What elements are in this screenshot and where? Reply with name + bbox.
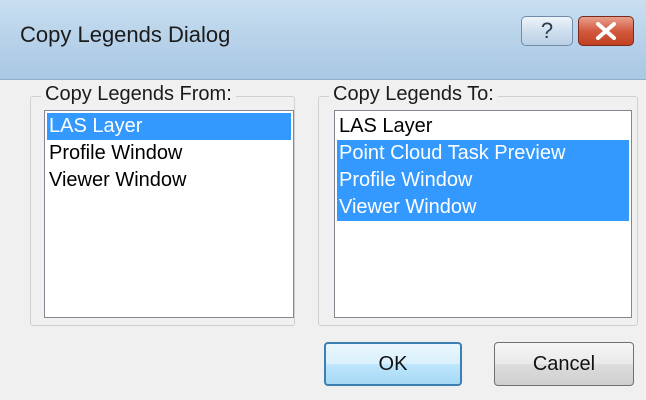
copy-to-label: Copy Legends To: (329, 83, 498, 106)
help-icon: ? (540, 18, 554, 43)
help-button[interactable]: ? (521, 16, 573, 46)
copy-from-listbox[interactable]: LAS Layer Profile Window Viewer Window (44, 110, 294, 318)
list-item-from-las-layer[interactable]: LAS Layer (47, 113, 291, 140)
close-button[interactable] (578, 16, 634, 46)
ok-button[interactable]: OK (324, 342, 462, 386)
cancel-button[interactable]: Cancel (494, 342, 634, 386)
list-item-from-profile-window[interactable]: Profile Window (47, 140, 291, 167)
list-item-to-point-cloud-task-preview[interactable]: Point Cloud Task Preview (337, 140, 629, 167)
copy-to-listbox[interactable]: LAS Layer Point Cloud Task Preview Profi… (334, 110, 632, 318)
list-item-to-profile-window[interactable]: Profile Window (337, 167, 629, 194)
window-title: Copy Legends Dialog (20, 22, 231, 47)
copy-legends-dialog: Copy Legends Dialog ? Copy Legends From:… (0, 0, 646, 400)
close-x-icon (596, 22, 616, 40)
list-item-to-viewer-window[interactable]: Viewer Window (337, 194, 629, 221)
title-bar[interactable]: Copy Legends Dialog ? (0, 0, 646, 80)
list-item-to-las-layer[interactable]: LAS Layer (337, 113, 629, 140)
list-item-from-viewer-window[interactable]: Viewer Window (47, 167, 291, 194)
dialog-body: Copy Legends From: LAS Layer Profile Win… (4, 80, 642, 396)
copy-from-label: Copy Legends From: (41, 83, 236, 106)
